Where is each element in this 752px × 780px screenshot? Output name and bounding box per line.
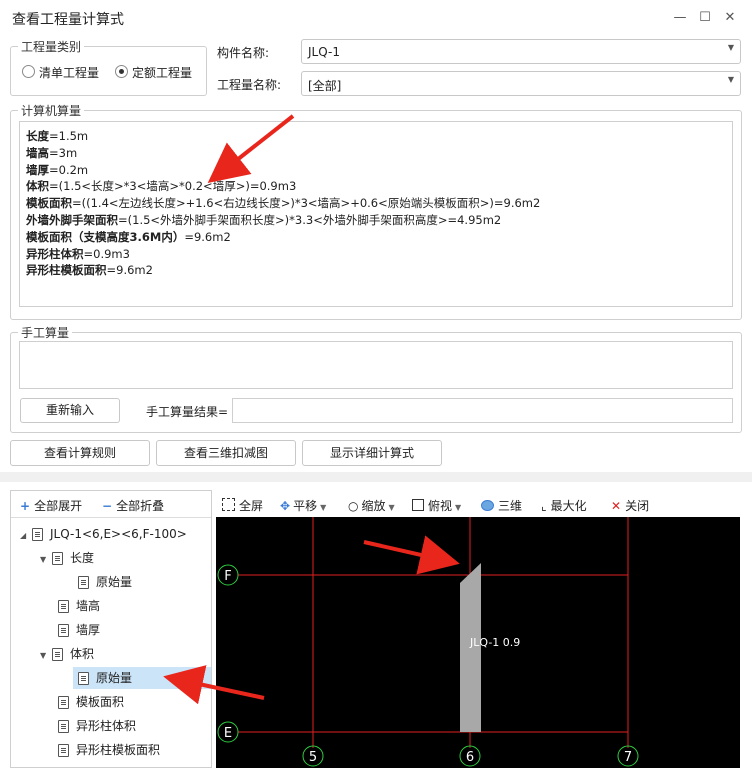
computer-calc-textbox[interactable]: 长度=1.5m 墙高=3m 墙厚=0.2m 体积=(1.5<长度>*3<墙高>*… — [19, 121, 733, 307]
document-icon — [52, 648, 63, 661]
reenter-button[interactable]: 重新输入 — [20, 398, 120, 423]
component-name-label: 构件名称: — [217, 46, 270, 60]
radio-bill-quantity-label[interactable]: 清单工程量 — [39, 64, 99, 81]
cube-view-icon — [412, 499, 424, 511]
3d-button[interactable]: 三维 — [481, 497, 522, 514]
pan-icon: ✥ — [280, 499, 291, 513]
fullscreen-icon — [222, 498, 235, 511]
pan-button[interactable]: ✥ 平移 ▼ — [280, 497, 326, 514]
calc-line-special-col-volume: 异形柱体积=0.9m3 — [26, 246, 130, 261]
chevron-down-icon: ▼ — [727, 75, 734, 84]
chevron-down-icon: ▼ — [727, 43, 734, 52]
calc-line-special-col-formwork: 异形柱模板面积=9.6m2 — [26, 263, 153, 278]
close-view-button[interactable]: ✕ 关闭 — [611, 497, 649, 514]
tree-node-special-col-formwork[interactable]: 异形柱模板面积 — [58, 738, 160, 762]
component-name-select[interactable]: JLQ-1 ▼ — [301, 39, 741, 64]
calc-line-formwork-area: 模板面积=((1.4<左边线长度>+1.6<右边线长度>)*3<墙高>+0.6<… — [26, 196, 541, 211]
document-icon — [32, 528, 43, 541]
document-icon — [78, 576, 89, 589]
tree-node-root[interactable]: ◢ JLQ-1<6,E><6,F-100> — [20, 522, 187, 546]
show-detail-formula-button[interactable]: 显示详细计算式 — [302, 440, 442, 466]
axis-label-7: 7 — [624, 750, 632, 765]
manual-result-label: 手工算量结果= — [146, 405, 229, 419]
collapse-arrow-icon[interactable]: ◢ — [20, 524, 32, 548]
sphere-icon — [481, 500, 494, 511]
maximize-button[interactable]: ☐ — [695, 8, 715, 28]
zoom-button[interactable]: ○ 缩放 ▼ — [348, 497, 395, 514]
window-title: 查看工程量计算式 — [12, 12, 124, 28]
element-label: JLQ-1 0.9 — [469, 636, 520, 649]
tree-node-wall-height[interactable]: 墙高 — [58, 594, 100, 618]
fullscreen-button[interactable]: 全屏 — [222, 497, 263, 514]
dropdown-arrow-icon: ▼ — [388, 503, 395, 512]
tree-node-special-col-volume[interactable]: 异形柱体积 — [58, 714, 136, 738]
collapse-all-icon: − — [102, 499, 113, 513]
quantity-name-label: 工程量名称: — [217, 78, 282, 92]
calc-line-scaffold-area: 外墙外脚手架面积=(1.5<外墙外脚手架面积长度>)*3.3<外墙外脚手架面积高… — [26, 212, 502, 227]
maximize-view-button[interactable]: ⌞ 最大化 — [541, 497, 587, 514]
view-3d-deduction-button[interactable]: 查看三维扣减图 — [156, 440, 296, 466]
tree-node-formwork-area[interactable]: 模板面积 — [58, 690, 124, 714]
calc-line-wall-thickness: 墙厚=0.2m — [26, 162, 89, 177]
radio-quota-quantity[interactable] — [115, 65, 128, 78]
document-icon — [58, 720, 69, 733]
calc-line-formwork-area-36: 模板面积（支模高度3.6M内）=9.6m2 — [26, 229, 231, 244]
zoom-icon: ○ — [348, 499, 359, 513]
document-icon — [58, 696, 69, 709]
radio-bill-quantity[interactable] — [22, 65, 35, 78]
document-icon — [58, 600, 69, 613]
close-icon: ✕ — [611, 499, 622, 513]
close-window-button[interactable]: ✕ — [720, 8, 740, 28]
view-button[interactable]: 俯视 ▼ — [412, 497, 461, 514]
calc-line-wall-height: 墙高=3m — [26, 145, 78, 160]
dropdown-arrow-icon: ▼ — [320, 503, 327, 512]
collapse-arrow-icon[interactable]: ▼ — [40, 548, 52, 572]
calc-line-volume: 体积=(1.5<长度>*3<墙高>*0.2<墙厚>)=0.9m3 — [26, 179, 297, 194]
maximize-icon: ⌞ — [541, 499, 547, 513]
component-name-value: JLQ-1 — [308, 45, 340, 59]
axis-label-6: 6 — [466, 750, 474, 765]
manual-result-input[interactable] — [232, 398, 733, 423]
radio-quota-quantity-label[interactable]: 定额工程量 — [132, 64, 192, 81]
drawing-canvas: JLQ-1 0.9 F E 5 6 7 — [217, 517, 639, 767]
tree-node-volume[interactable]: ▼ 体积 — [40, 642, 94, 666]
quantity-type-legend: 工程量类别 — [18, 38, 85, 55]
collapse-arrow-icon[interactable]: ▼ — [40, 644, 52, 668]
tree-node-length-raw[interactable]: 原始量 — [78, 570, 132, 594]
quantity-name-select[interactable]: [全部] ▼ — [301, 71, 741, 96]
collapse-all-button[interactable]: − 全部折叠 — [102, 497, 164, 514]
dropdown-arrow-icon: ▼ — [455, 503, 462, 512]
document-icon — [78, 672, 89, 685]
axis-label-F: F — [224, 569, 231, 584]
tree-toolbar-separator — [11, 517, 211, 518]
view-rules-button[interactable]: 查看计算规则 — [10, 440, 150, 466]
manual-calc-textbox[interactable] — [19, 341, 733, 389]
panel-divider — [0, 472, 752, 482]
expand-all-button[interactable]: + 全部展开 — [20, 497, 82, 514]
expand-all-icon: + — [20, 499, 31, 513]
axis-label-E: E — [224, 726, 232, 741]
calc-line-length: 长度=1.5m — [26, 129, 89, 143]
computer-calc-legend: 计算机算量 — [18, 102, 85, 119]
tree-node-wall-thickness[interactable]: 墙厚 — [58, 618, 100, 642]
minimize-button[interactable]: — — [670, 8, 690, 28]
document-icon — [58, 744, 69, 757]
drawing-viewport[interactable]: JLQ-1 0.9 F E 5 6 7 — [216, 517, 740, 768]
document-icon — [58, 624, 69, 637]
document-icon — [52, 552, 63, 565]
manual-calc-legend: 手工算量 — [18, 324, 73, 341]
quantity-name-value: [全部] — [308, 79, 342, 93]
tree-node-length[interactable]: ▼ 长度 — [40, 546, 94, 570]
axis-label-5: 5 — [309, 750, 317, 765]
tree-node-volume-raw[interactable]: 原始量 — [78, 666, 132, 690]
